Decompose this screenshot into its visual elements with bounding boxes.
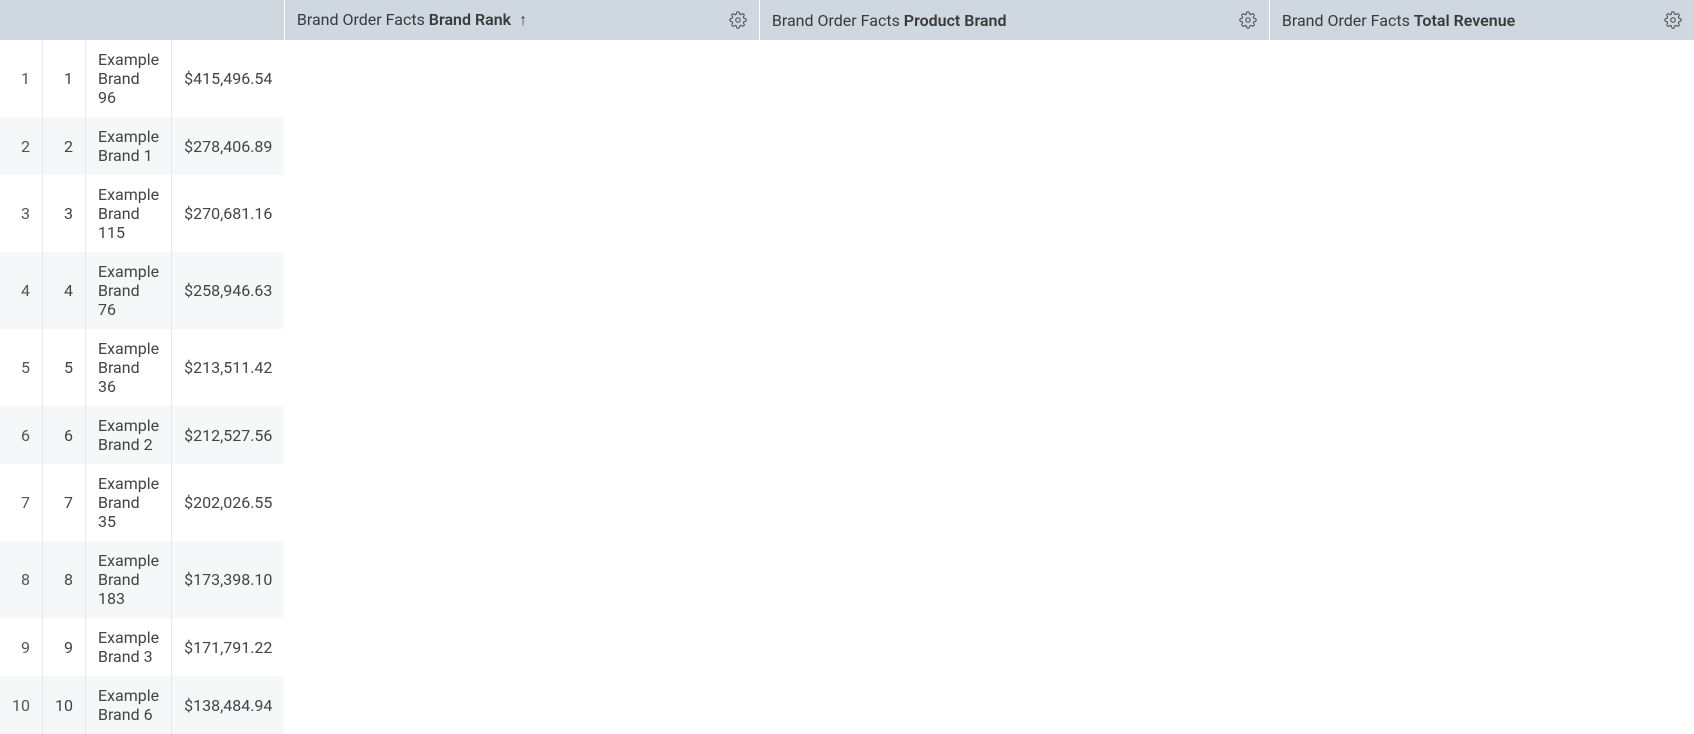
total-revenue-cell[interactable]: $213,511.42 xyxy=(172,329,285,406)
table-row[interactable]: 66Example Brand 2$212,527.56 xyxy=(0,406,284,464)
row-number-header[interactable] xyxy=(0,0,284,40)
row-number-cell: 10 xyxy=(0,676,42,734)
data-table: Brand Order Facts Brand Rank ↑ Brand Ord… xyxy=(0,0,1694,734)
total-revenue-cell[interactable]: $270,681.16 xyxy=(172,175,285,252)
total-revenue-cell[interactable]: $138,484.94 xyxy=(172,676,285,734)
total-revenue-cell[interactable]: $202,026.55 xyxy=(172,464,285,541)
total-revenue-cell[interactable]: $171,791.22 xyxy=(172,618,285,676)
product-brand-cell[interactable]: Example Brand 2 xyxy=(85,406,171,464)
table-row[interactable]: 22Example Brand 1$278,406.89 xyxy=(0,117,284,175)
header-field: Total Revenue xyxy=(1414,11,1515,30)
brand-rank-cell[interactable]: 10 xyxy=(42,676,85,734)
product-brand-cell[interactable]: Example Brand 96 xyxy=(85,40,171,117)
table-body: 11Example Brand 96$415,496.5422Example B… xyxy=(0,40,284,734)
gear-icon[interactable] xyxy=(729,11,747,29)
brand-rank-cell[interactable]: 8 xyxy=(42,541,85,618)
product-brand-cell[interactable]: Example Brand 3 xyxy=(85,618,171,676)
product-brand-cell[interactable]: Example Brand 6 xyxy=(85,676,171,734)
brand-rank-cell[interactable]: 1 xyxy=(42,40,85,117)
sort-arrow-icon: ↑ xyxy=(519,10,527,29)
product-brand-cell[interactable]: Example Brand 76 xyxy=(85,252,171,329)
table-row[interactable]: 88Example Brand 183$173,398.10 xyxy=(0,541,284,618)
table-row[interactable]: 44Example Brand 76$258,946.63 xyxy=(0,252,284,329)
brand-rank-cell[interactable]: 3 xyxy=(42,175,85,252)
header-field: Product Brand xyxy=(904,11,1007,30)
row-number-cell: 1 xyxy=(0,40,42,117)
product-brand-cell[interactable]: Example Brand 183 xyxy=(85,541,171,618)
row-number-cell: 7 xyxy=(0,464,42,541)
table-row[interactable]: 1010Example Brand 6$138,484.94 xyxy=(0,676,284,734)
product-brand-cell[interactable]: Example Brand 115 xyxy=(85,175,171,252)
column-header-label: Brand Order Facts Product Brand xyxy=(772,11,1007,30)
column-header-total-revenue[interactable]: Brand Order Facts Total Revenue xyxy=(1269,0,1694,40)
table-row[interactable]: 77Example Brand 35$202,026.55 xyxy=(0,464,284,541)
row-number-cell: 6 xyxy=(0,406,42,464)
row-number-cell: 4 xyxy=(0,252,42,329)
column-header-label: Brand Order Facts Brand Rank ↑ xyxy=(297,10,527,30)
row-number-cell: 8 xyxy=(0,541,42,618)
table-row[interactable]: 33Example Brand 115$270,681.16 xyxy=(0,175,284,252)
table-row[interactable]: 55Example Brand 36$213,511.42 xyxy=(0,329,284,406)
header-row: Brand Order Facts Brand Rank ↑ Brand Ord… xyxy=(0,0,1694,40)
header-field: Brand Rank xyxy=(429,10,511,29)
brand-rank-cell[interactable]: 5 xyxy=(42,329,85,406)
product-brand-cell[interactable]: Example Brand 1 xyxy=(85,117,171,175)
header-prefix: Brand Order Facts xyxy=(297,10,425,29)
brand-rank-cell[interactable]: 2 xyxy=(42,117,85,175)
brand-rank-cell[interactable]: 6 xyxy=(42,406,85,464)
gear-icon[interactable] xyxy=(1664,11,1682,29)
total-revenue-cell[interactable]: $278,406.89 xyxy=(172,117,285,175)
total-revenue-cell[interactable]: $173,398.10 xyxy=(172,541,285,618)
table-row[interactable]: 11Example Brand 96$415,496.54 xyxy=(0,40,284,117)
total-revenue-cell[interactable]: $258,946.63 xyxy=(172,252,285,329)
row-number-cell: 3 xyxy=(0,175,42,252)
gear-icon[interactable] xyxy=(1239,11,1257,29)
brand-rank-cell[interactable]: 7 xyxy=(42,464,85,541)
brand-rank-cell[interactable]: 4 xyxy=(42,252,85,329)
total-revenue-cell[interactable]: $415,496.54 xyxy=(172,40,285,117)
brand-rank-cell[interactable]: 9 xyxy=(42,618,85,676)
header-prefix: Brand Order Facts xyxy=(772,11,900,30)
table-header: Brand Order Facts Brand Rank ↑ Brand Ord… xyxy=(0,0,1694,40)
table-row[interactable]: 99Example Brand 3$171,791.22 xyxy=(0,618,284,676)
column-header-product-brand[interactable]: Brand Order Facts Product Brand xyxy=(759,0,1269,40)
product-brand-cell[interactable]: Example Brand 36 xyxy=(85,329,171,406)
row-number-cell: 5 xyxy=(0,329,42,406)
row-number-cell: 9 xyxy=(0,618,42,676)
row-number-cell: 2 xyxy=(0,117,42,175)
product-brand-cell[interactable]: Example Brand 35 xyxy=(85,464,171,541)
header-prefix: Brand Order Facts xyxy=(1282,11,1410,30)
column-header-brand-rank[interactable]: Brand Order Facts Brand Rank ↑ xyxy=(284,0,759,40)
total-revenue-cell[interactable]: $212,527.56 xyxy=(172,406,285,464)
column-header-label: Brand Order Facts Total Revenue xyxy=(1282,11,1515,30)
